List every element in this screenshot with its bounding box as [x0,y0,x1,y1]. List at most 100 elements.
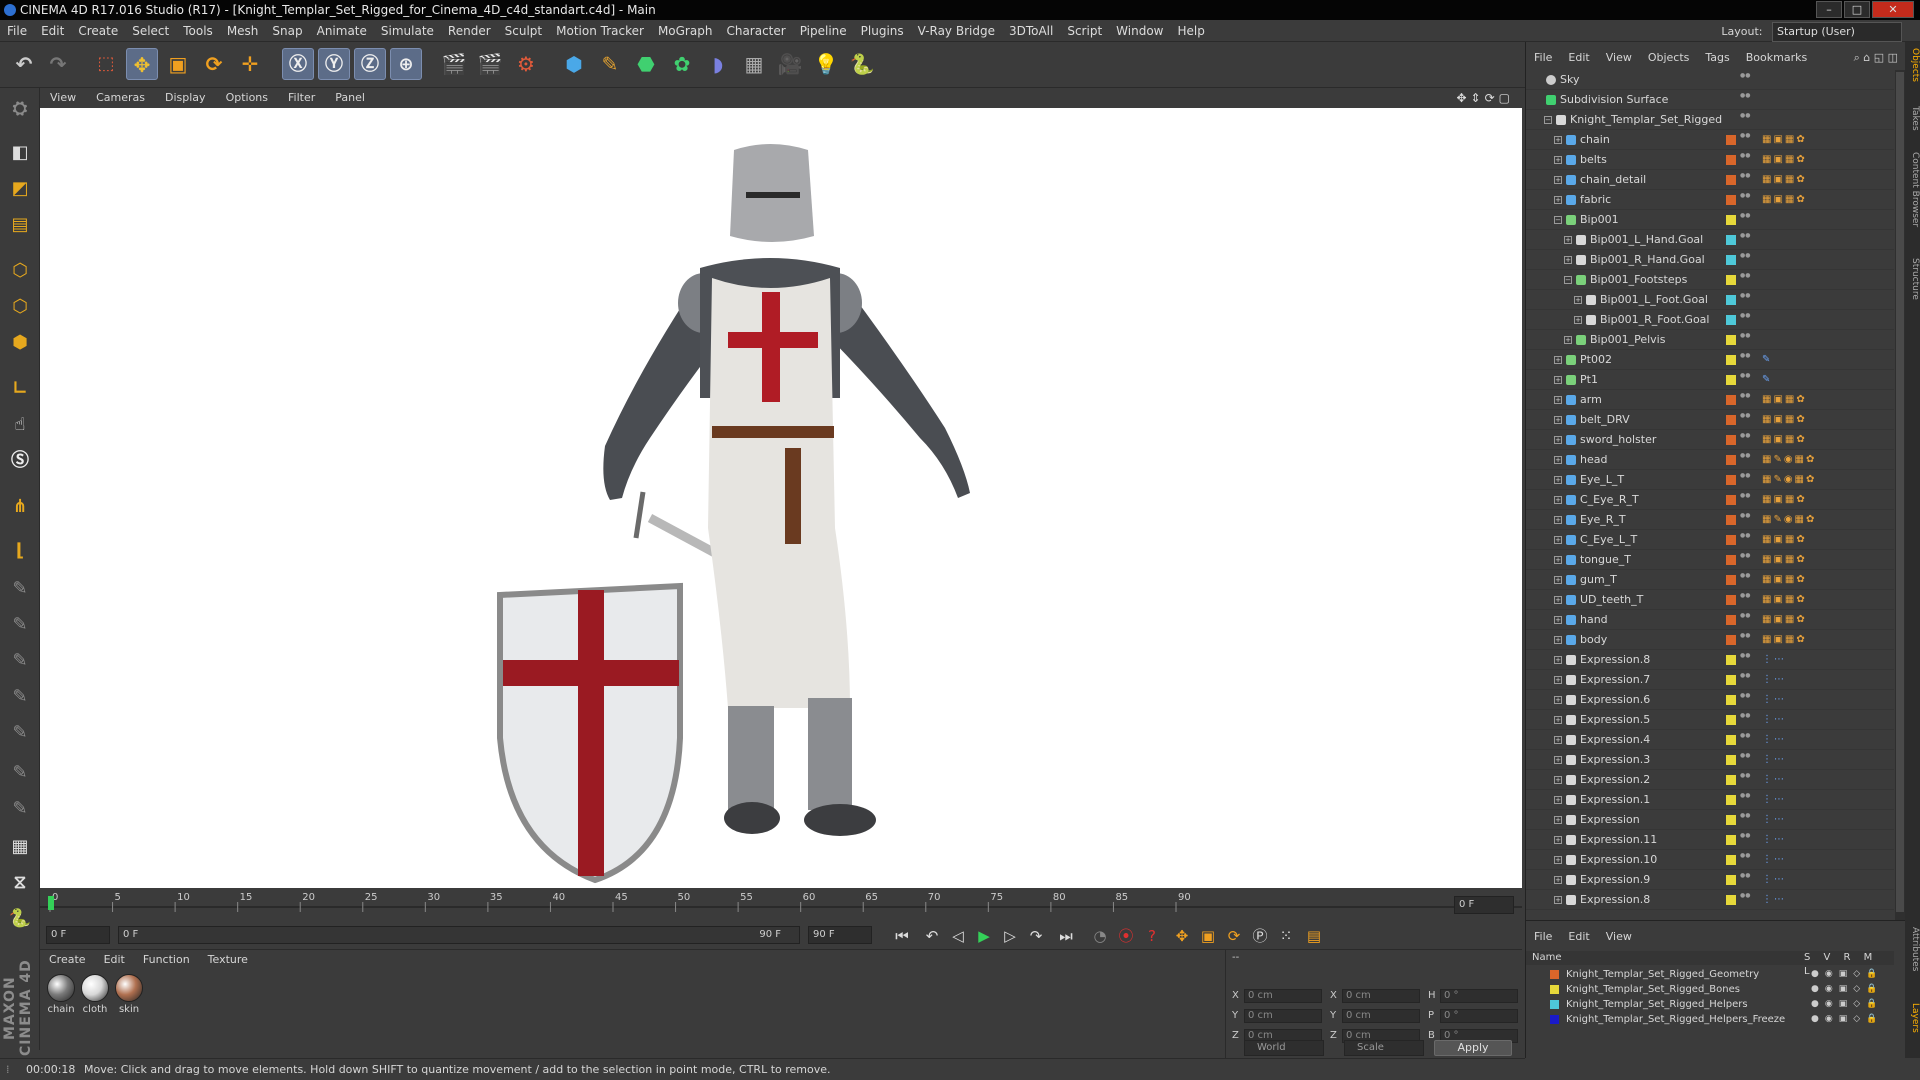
layer-row[interactable]: Knight_Templar_Set_Rigged_Helpers ●◉▣◇🔒 [1526,997,1894,1012]
object-name[interactable]: Eye_L_T [1580,470,1624,490]
layer-name[interactable]: Knight_Templar_Set_Rigged_Bones [1566,982,1740,997]
visibility-dots-icon[interactable]: ●● [1740,393,1750,407]
visibility-dots-icon[interactable]: ●● [1740,373,1750,387]
expand-icon[interactable]: + [1574,296,1582,304]
object-layer-swatch[interactable] [1726,355,1736,365]
apply-button[interactable]: Apply [1434,1040,1512,1056]
menu-animate[interactable]: Animate [310,20,374,42]
pen-spline-icon[interactable]: ✎ [594,48,626,80]
object-layer-swatch[interactable] [1726,715,1736,725]
live-selection-icon[interactable]: ⬚ [90,48,122,80]
visibility-dots-icon[interactable]: ●● [1740,613,1750,627]
object-layer-swatch[interactable] [1726,595,1736,605]
object-layer-swatch[interactable] [1726,835,1736,845]
visibility-dots-icon[interactable]: ●● [1740,733,1750,747]
workplane-mode-icon[interactable]: ▤ [4,210,36,240]
object-layer-swatch[interactable] [1726,755,1736,765]
expand-icon[interactable]: + [1554,436,1562,444]
tweak-mode-icon[interactable]: ☝ [4,410,36,440]
menu-edit[interactable]: Edit [34,20,71,42]
expand-icon[interactable]: + [1554,836,1562,844]
subdivision-surface-icon[interactable]: ⬣ [630,48,662,80]
visibility-dots-icon[interactable]: ●● [1740,633,1750,647]
object-row[interactable]: + Bip001_R_Hand.Goal ●● [1526,250,1894,270]
object-name[interactable]: Pt1 [1580,370,1598,390]
object-row[interactable]: + body ●● ▦▣▦✿ [1526,630,1894,650]
visibility-dots-icon[interactable]: ●● [1740,293,1750,307]
viewport-menu-cameras[interactable]: Cameras [86,88,155,108]
visibility-dots-icon[interactable]: ●● [1740,573,1750,587]
object-name[interactable]: Bip001_Footsteps [1590,270,1687,290]
object-layer-swatch[interactable] [1726,155,1736,165]
viewport-menu-options[interactable]: Options [216,88,278,108]
visibility-dots-icon[interactable]: ●● [1740,73,1750,87]
object-layer-swatch[interactable] [1726,135,1736,145]
timeline-ruler[interactable]: 0 5 10 15 20 25 30 35 40 45 50 55 60 65 70 75 80 85 90 0 F [40,888,1522,920]
menu-render[interactable]: Render [441,20,498,42]
object-layer-swatch[interactable] [1726,815,1736,825]
object-row[interactable]: + Expression.10 ●● ⋮⋯ [1526,850,1894,870]
expand-icon[interactable]: + [1554,796,1562,804]
object-row[interactable]: + gum_T ●● ▦▣▦✿ [1526,570,1894,590]
object-layer-swatch[interactable] [1726,735,1736,745]
object-row[interactable]: + Eye_L_T ●● ▦✎◉▦✿ [1526,470,1894,490]
object-row[interactable]: + sword_holster ●● ▦▣▦✿ [1526,430,1894,450]
polygons-mode-icon[interactable]: ⬢ [4,328,36,358]
object-row[interactable]: + Expression.1 ●● ⋮⋯ [1526,790,1894,810]
menu-help[interactable]: Help [1170,20,1211,42]
snap-icon[interactable]: ⋔ [4,492,36,522]
timeline-window-icon[interactable]: ▤ [1302,926,1326,946]
object-row[interactable]: + arm ●● ▦▣▦✿ [1526,390,1894,410]
object-name[interactable]: Bip001_R_Hand.Goal [1590,250,1705,270]
planar-workplane-icon[interactable]: ⧖ [4,868,36,898]
object-layer-swatch[interactable] [1726,535,1736,545]
menu-character[interactable]: Character [719,20,792,42]
object-name[interactable]: Expression.10 [1580,850,1657,870]
object-name[interactable]: Knight_Templar_Set_Rigged [1570,110,1722,130]
sculpt-brush-icon-2[interactable]: ✎ [4,610,36,640]
collapse-icon[interactable]: − [1544,116,1552,124]
object-row[interactable]: + C_Eye_R_T ●● ▦▣▦✿ [1526,490,1894,510]
rotate-tool-icon[interactable]: ⟳ [198,48,230,80]
key-position-icon[interactable]: ✥ [1170,926,1194,946]
expand-icon[interactable]: + [1554,196,1562,204]
material-menu-edit[interactable]: Edit [95,950,134,970]
object-layer-swatch[interactable] [1726,495,1736,505]
coord-field-h[interactable]: 0 ° [1440,989,1518,1003]
sculpt-brush-icon-5[interactable]: ✎ [4,718,36,748]
expand-icon[interactable]: + [1554,376,1562,384]
coord-field-x[interactable]: 0 cm [1342,989,1420,1003]
object-name[interactable]: Subdivision Surface [1560,90,1668,110]
object-layer-swatch[interactable] [1726,795,1736,805]
layer-row[interactable]: Knight_Templar_Set_Rigged_Helpers_Freeze… [1526,1012,1894,1027]
keyframe-selection-icon[interactable]: ? [1140,926,1164,946]
visibility-dots-icon[interactable]: ●● [1740,693,1750,707]
object-layer-swatch[interactable] [1726,515,1736,525]
expand-icon[interactable]: + [1554,476,1562,484]
playhead-marker[interactable] [48,896,54,910]
layer-color-swatch[interactable] [1550,1015,1559,1024]
expand-icon[interactable]: + [1554,736,1562,744]
expand-icon[interactable]: + [1554,656,1562,664]
visibility-dots-icon[interactable]: ●● [1740,273,1750,287]
object-row[interactable]: + belt_DRV ●● ▦▣▦✿ [1526,410,1894,430]
go-to-end-icon[interactable]: ⏭ [1054,926,1078,946]
visibility-dots-icon[interactable]: ●● [1740,533,1750,547]
collapse-icon[interactable]: − [1554,216,1562,224]
object-name[interactable]: Sky [1560,70,1579,90]
side-tab-structure[interactable]: Structure [1905,258,1920,300]
expand-icon[interactable]: + [1554,496,1562,504]
object-row[interactable]: + Bip001_L_Hand.Goal ●● [1526,230,1894,250]
object-row[interactable]: + Eye_R_T ●● ▦✎◉▦✿ [1526,510,1894,530]
expand-icon[interactable]: + [1554,856,1562,864]
y-axis-lock-icon[interactable]: Ⓨ [318,48,350,80]
visibility-dots-icon[interactable]: ●● [1740,673,1750,687]
object-layer-swatch[interactable] [1726,375,1736,385]
side-tab-content-browser[interactable]: Content Browser [1905,152,1920,227]
object-row[interactable]: − Knight_Templar_Set_Rigged ●● [1526,110,1894,130]
viewport-navigation-icons[interactable]: ✥⇕⟳▢ [1456,91,1514,105]
lock-workplane-icon[interactable]: ▦ [4,832,36,862]
expand-icon[interactable]: + [1554,556,1562,564]
layout-dropdown[interactable]: Startup (User) [1772,22,1902,42]
object-row[interactable]: + fabric ●● ▦▣▦✿ [1526,190,1894,210]
